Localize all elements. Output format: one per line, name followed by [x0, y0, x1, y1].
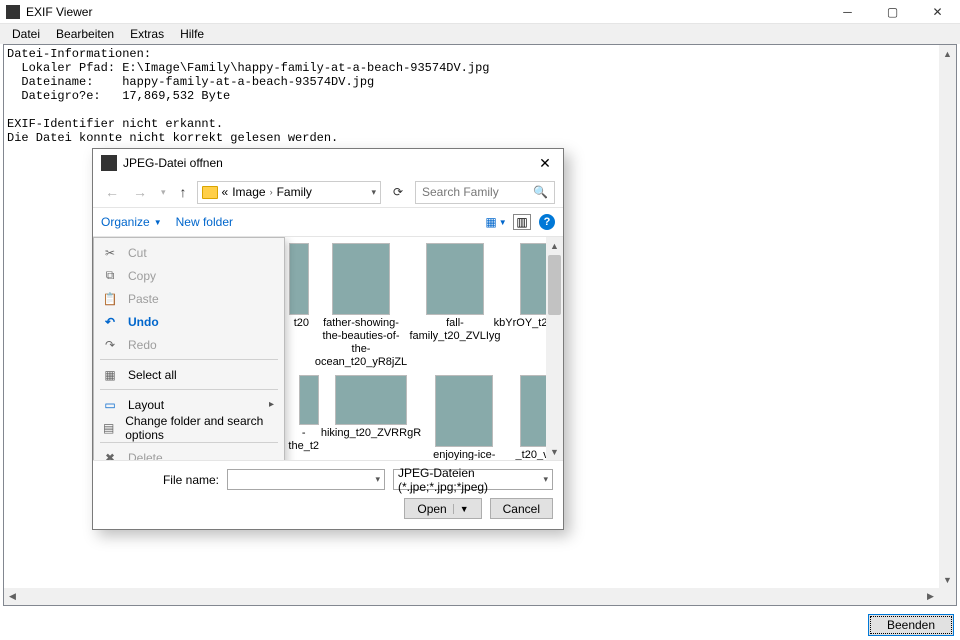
- separator: [100, 359, 278, 360]
- file-label: fall-family_t20_ZVLIyg: [409, 317, 500, 343]
- menu-select-all[interactable]: ▦Select all: [94, 363, 284, 386]
- breadcrumb-family[interactable]: Family: [277, 185, 312, 199]
- menu-extras[interactable]: Extras: [122, 25, 172, 43]
- nav-forward-icon[interactable]: →: [129, 184, 151, 200]
- chevron-down-icon[interactable]: ▼: [453, 504, 469, 514]
- filter-label: JPEG-Dateien (*.jpe;*.jpg;*jpeg): [398, 466, 543, 494]
- options-icon: ▤: [102, 420, 115, 436]
- filetype-filter[interactable]: JPEG-Dateien (*.jpe;*.jpg;*jpeg)▾: [393, 469, 553, 490]
- window-title: EXIF Viewer: [26, 5, 825, 19]
- folder-icon: [202, 186, 218, 199]
- file-item[interactable]: t20: [289, 243, 309, 369]
- scroll-right-icon[interactable]: ▶: [922, 588, 939, 605]
- scroll-down-icon[interactable]: ▼: [546, 443, 563, 460]
- cut-icon: ✂: [102, 245, 118, 261]
- nav-up-icon[interactable]: ↑: [176, 184, 191, 200]
- view-thumbnails-button[interactable]: ▦ ▼: [487, 214, 505, 230]
- dialog-title: JPEG-Datei offnen: [123, 156, 531, 170]
- chevron-right-icon: ▸: [269, 399, 274, 410]
- file-open-dialog: JPEG-Datei offnen ✕ ← → ▾ ↑ « Image › Fa…: [92, 148, 564, 530]
- breadcrumb-dropdown-icon[interactable]: ▾: [371, 187, 376, 198]
- file-label: father-showing-the-beauties-of-the-ocean…: [315, 317, 407, 369]
- paste-icon: 📋: [102, 291, 118, 307]
- copy-icon: ⧉: [102, 268, 118, 284]
- file-label: hiking_t20_ZVRRgR: [321, 427, 421, 440]
- maximize-button[interactable]: ▢: [870, 0, 915, 23]
- main-area: Datei-Informationen: Lokaler Pfad: E:\Im…: [0, 44, 960, 610]
- dialog-body: ✂Cut ⧉Copy 📋Paste ↶Undo ↷Redo ▦Select al…: [93, 237, 563, 460]
- dialog-footer: File name: ▾ JPEG-Dateien (*.jpe;*.jpg;*…: [93, 460, 563, 529]
- search-placeholder: Search Family: [422, 185, 499, 199]
- scroll-down-icon[interactable]: ▼: [939, 571, 956, 588]
- menu-undo[interactable]: ↶Undo: [94, 310, 284, 333]
- filename-label: File name:: [103, 473, 219, 487]
- chevron-down-icon: ▾: [375, 474, 380, 485]
- minimize-button[interactable]: ─: [825, 0, 870, 23]
- dialog-icon: [101, 155, 117, 171]
- organize-label: Organize: [101, 215, 150, 229]
- vertical-scrollbar[interactable]: ▲ ▼: [939, 45, 956, 588]
- organize-button[interactable]: Organize ▼: [101, 215, 162, 229]
- nav-history-dropdown-icon[interactable]: ▾: [157, 187, 170, 198]
- menu-delete[interactable]: ✖Delete: [94, 446, 284, 460]
- menu-change-folder-options[interactable]: ▤Change folder and search options: [94, 416, 284, 439]
- breadcrumb[interactable]: « Image › Family ▾: [197, 181, 381, 204]
- menu-datei[interactable]: Datei: [4, 25, 48, 43]
- file-item[interactable]: enjoying-ice-cream-on-a-nice-day_t20_moX…: [423, 375, 506, 460]
- selectall-icon: ▦: [102, 367, 118, 383]
- file-item[interactable]: fall-family_t20_ZVLIyg: [413, 243, 497, 369]
- file-item[interactable]: hiking_t20_ZVRRgR: [329, 375, 413, 460]
- filename-input[interactable]: ▾: [227, 469, 385, 490]
- organize-menu: ✂Cut ⧉Copy 📋Paste ↶Undo ↷Redo ▦Select al…: [93, 237, 285, 460]
- status-bar: Beenden: [0, 610, 960, 640]
- help-icon[interactable]: ?: [539, 214, 555, 230]
- file-label: enjoying-ice-cream-on-a-nice-day_t20_moX…: [423, 449, 506, 460]
- file-item[interactable]: -the_t2: [289, 375, 319, 460]
- menu-paste[interactable]: 📋Paste: [94, 287, 284, 310]
- breadcrumb-prefix: «: [222, 185, 229, 199]
- file-list-scrollbar[interactable]: ▲ ▼: [546, 237, 563, 460]
- refresh-icon[interactable]: ⟳: [387, 185, 409, 199]
- scroll-up-icon[interactable]: ▲: [546, 237, 563, 254]
- app-icon: [6, 5, 20, 19]
- layout-icon: ▭: [102, 397, 118, 413]
- chevron-down-icon: ▼: [154, 218, 162, 227]
- file-label: -the_t2: [288, 427, 319, 453]
- nav-back-icon[interactable]: ←: [101, 184, 123, 200]
- cancel-button[interactable]: Cancel: [490, 498, 553, 519]
- separator: [100, 389, 278, 390]
- title-bar: EXIF Viewer ─ ▢ ✕: [0, 0, 960, 24]
- chevron-right-icon: ›: [270, 187, 273, 197]
- dialog-close-button[interactable]: ✕: [531, 152, 559, 174]
- menu-hilfe[interactable]: Hilfe: [172, 25, 212, 43]
- beenden-button[interactable]: Beenden: [868, 614, 954, 636]
- delete-icon: ✖: [102, 450, 118, 461]
- scroll-thumb[interactable]: [548, 255, 561, 315]
- dialog-nav: ← → ▾ ↑ « Image › Family ▾ ⟳ Search Fami…: [93, 177, 563, 207]
- chevron-down-icon: ▾: [543, 474, 548, 485]
- scroll-up-icon[interactable]: ▲: [939, 45, 956, 62]
- horizontal-scrollbar[interactable]: ◀ ▶: [4, 588, 939, 605]
- scroll-corner: [939, 588, 956, 605]
- close-button[interactable]: ✕: [915, 0, 960, 23]
- menu-bearbeiten[interactable]: Bearbeiten: [48, 25, 122, 43]
- scroll-left-icon[interactable]: ◀: [4, 588, 21, 605]
- menu-redo[interactable]: ↷Redo: [94, 333, 284, 356]
- breadcrumb-image[interactable]: Image: [232, 185, 265, 199]
- dialog-toolbar: Organize ▼ New folder ▦ ▼ ▥ ?: [93, 207, 563, 237]
- menu-copy[interactable]: ⧉Copy: [94, 264, 284, 287]
- separator: [100, 442, 278, 443]
- file-label: t20: [294, 317, 309, 330]
- undo-icon: ↶: [102, 314, 118, 330]
- search-icon: 🔍: [533, 185, 548, 199]
- dialog-title-bar: JPEG-Datei offnen ✕: [93, 149, 563, 177]
- view-preview-button[interactable]: ▥: [513, 214, 531, 230]
- file-item[interactable]: father-showing-the-beauties-of-the-ocean…: [319, 243, 403, 369]
- open-button[interactable]: Open▼: [404, 498, 481, 519]
- menu-bar: Datei Bearbeiten Extras Hilfe: [0, 24, 960, 44]
- search-input[interactable]: Search Family 🔍: [415, 181, 555, 204]
- new-folder-button[interactable]: New folder: [176, 215, 233, 229]
- menu-cut[interactable]: ✂Cut: [94, 241, 284, 264]
- redo-icon: ↷: [102, 337, 118, 353]
